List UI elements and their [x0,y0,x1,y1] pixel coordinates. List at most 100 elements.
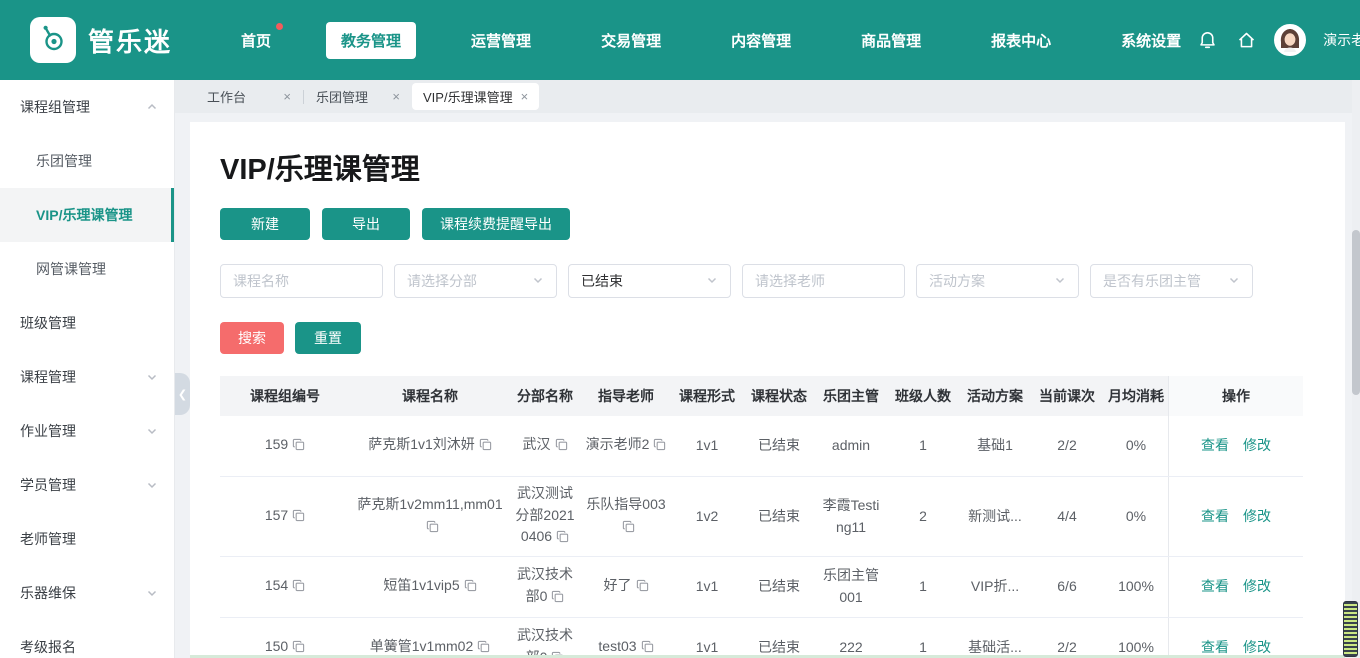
chevron-down-icon [146,587,158,599]
cell-current: 6/6 [1057,578,1077,595]
sidebar-item-teacher-mgmt[interactable]: 老师管理 [0,512,174,566]
copy-icon[interactable] [479,436,492,458]
copy-icon[interactable] [426,518,439,540]
nav-item-home[interactable]: 首页 [226,22,286,59]
nav-item-academic[interactable]: 教务管理 [326,21,417,59]
scrollbar-thumb[interactable] [1352,230,1360,395]
sidebar-item-class-mgmt[interactable]: 班级管理 [0,296,174,350]
cell-leader: 李霞Testing11 [822,496,880,535]
chevron-down-icon [1054,273,1066,289]
copy-icon[interactable] [555,436,568,458]
copy-icon[interactable] [622,518,635,540]
copy-icon[interactable] [464,577,477,599]
cell-status: 已结束 [758,639,800,656]
reset-button[interactable]: 重置 [295,322,361,354]
sidebar-item-course-mgmt[interactable]: 课程管理 [0,350,174,404]
page-title: VIP/乐理课管理 [220,154,420,186]
tab-band-mgmt[interactable]: 乐团管理 × [304,80,412,113]
plan-select[interactable]: 活动方案 [916,264,1079,298]
user-avatar[interactable] [1274,24,1307,56]
copy-icon[interactable] [551,588,564,610]
chevron-down-icon [532,273,544,289]
cell-form: 1v1 [695,639,719,656]
sidebar-item-student-mgmt[interactable]: 学员管理 [0,458,174,512]
close-icon[interactable]: × [521,89,529,104]
view-link[interactable]: 查看 [1201,435,1229,457]
nav-item-trade[interactable]: 交易管理 [586,22,676,59]
home-icon[interactable] [1235,29,1257,51]
course-table: 课程组编号 课程名称 分部名称 指导老师 课程形式 课程状态 乐团主管 班级人数… [220,376,1303,658]
performance-meter-widget [1343,601,1358,657]
copy-icon[interactable] [556,528,569,550]
user-name[interactable]: 演示老师2 [1323,30,1360,50]
action-button-row: 新建 导出 课程续费提醒导出 [220,208,1345,240]
brand-logo[interactable] [30,17,76,63]
nav-item-report[interactable]: 报表中心 [976,22,1066,59]
renew-export-button[interactable]: 课程续费提醒导出 [422,208,570,240]
copy-icon[interactable] [292,507,305,529]
cell-actions: 查看 修改 [1168,618,1303,658]
cell-plan: 新测试... [968,507,1022,524]
table-row: 159 萨克斯1v1刘沐妍 武汉 演示老师2 1v1 已结束 admin 1 基… [220,416,1303,477]
instrument-logo-icon [38,23,68,58]
edit-link[interactable]: 修改 [1243,576,1271,598]
cell-branch: 武汉测试分部20210406 [510,477,580,556]
close-icon[interactable]: × [392,89,400,104]
view-link[interactable]: 查看 [1201,576,1229,598]
copy-icon[interactable] [292,577,305,599]
cell-actions: 查看 修改 [1168,477,1303,556]
sidebar-item-exam-signup[interactable]: 考级报名 [0,620,174,658]
sidebar-item-homework-mgmt[interactable]: 作业管理 [0,404,174,458]
scrollbar-track[interactable] [1352,80,1360,658]
sidebar-item-band-mgmt[interactable]: 乐团管理 [0,134,174,188]
edit-link[interactable]: 修改 [1243,506,1271,528]
cell-leader: 乐团主管001 [823,567,879,605]
branch-select[interactable]: 请选择分部 [394,264,557,298]
cell-consume: 100% [1118,578,1154,595]
sidebar-item-vip-course[interactable]: VIP/乐理课管理 [0,188,174,242]
has-leader-select[interactable]: 是否有乐团主管 [1090,264,1253,298]
nav-item-goods[interactable]: 商品管理 [846,22,936,59]
sidebar-item-online-course[interactable]: 网管课管理 [0,242,174,296]
top-header: 管乐迷 首页 教务管理 运营管理 交易管理 内容管理 商品管理 报表中心 系统设… [0,0,1360,80]
cell-branch: 武汉 [510,416,580,476]
select-placeholder: 是否有乐团主管 [1103,273,1201,289]
copy-icon[interactable] [636,577,649,599]
export-button[interactable]: 导出 [322,208,410,240]
sidebar-collapse-handle[interactable]: ❮ [175,373,190,415]
view-link[interactable]: 查看 [1201,506,1229,528]
close-icon[interactable]: × [283,89,291,104]
col-header-leader: 乐团主管 [823,388,879,404]
search-button[interactable]: 搜索 [220,322,284,354]
tab-label: VIP/乐理课管理 [423,90,513,105]
chevron-down-icon [146,479,158,491]
nav-label: 教务管理 [341,32,402,50]
edit-link[interactable]: 修改 [1243,435,1271,457]
teacher-input[interactable] [742,264,905,298]
sidebar-item-label: 网管课管理 [36,261,106,277]
col-header-size: 班级人数 [895,388,951,404]
sidebar-item-instrument-maintain[interactable]: 乐器维保 [0,566,174,620]
cell-actions: 查看 修改 [1168,557,1303,617]
sidebar-item-course-group[interactable]: 课程组管理 [0,80,174,134]
tab-workbench[interactable]: 工作台 × [195,80,303,113]
chevron-up-icon [146,101,158,113]
cell-consume: 100% [1118,639,1154,656]
copy-icon[interactable] [292,436,305,458]
tab-vip-course[interactable]: VIP/乐理课管理 × [412,83,540,110]
col-header-form: 课程形式 [679,388,735,404]
nav-item-content[interactable]: 内容管理 [716,22,806,59]
nav-item-operation[interactable]: 运营管理 [456,22,546,59]
status-select[interactable]: 已结束 [568,264,731,298]
cell-size: 2 [919,507,927,524]
tab-label: 工作台 [207,90,247,105]
open-tabs-bar: 工作台 × 乐团管理 × VIP/乐理课管理 × [175,80,1352,113]
course-name-input[interactable] [220,264,383,298]
table-header-row: 课程组编号 课程名称 分部名称 指导老师 课程形式 课程状态 乐团主管 班级人数… [220,376,1303,416]
bell-icon[interactable] [1196,29,1218,51]
cell-name: 单簧管1v1mm02 [350,618,510,658]
cell-status: 已结束 [758,578,800,595]
nav-item-system[interactable]: 系统设置 [1106,22,1196,59]
create-button[interactable]: 新建 [220,208,310,240]
copy-icon[interactable] [653,436,666,458]
